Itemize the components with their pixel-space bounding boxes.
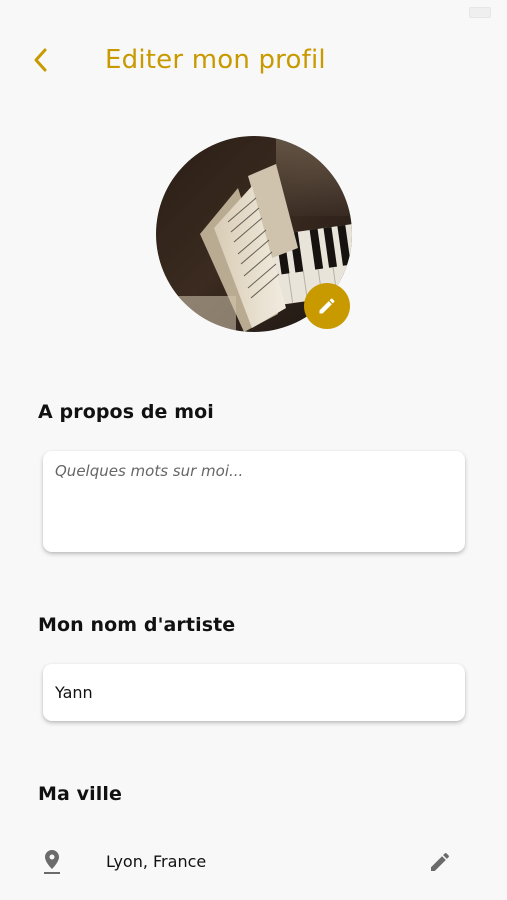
city-heading: Ma ville: [38, 783, 122, 805]
back-button[interactable]: [24, 40, 56, 80]
avatar-edit-button[interactable]: [304, 283, 350, 329]
about-card: [43, 451, 465, 552]
page-title: Editer mon profil: [105, 45, 326, 75]
chevron-left-icon: [34, 48, 47, 72]
pencil-icon: [431, 852, 450, 871]
battery-icon: [469, 7, 491, 18]
city-edit-button[interactable]: [426, 848, 454, 876]
artist-name-card: [43, 664, 465, 721]
city-row: Lyon, France: [38, 840, 468, 884]
city-value: Lyon, France: [106, 852, 207, 871]
status-bar: [0, 0, 507, 24]
artist-name-input[interactable]: [43, 664, 465, 721]
about-heading: A propos de moi: [38, 401, 214, 423]
about-textarea[interactable]: [43, 451, 465, 552]
artist-name-heading: Mon nom d'artiste: [38, 614, 236, 636]
pencil-icon: [319, 298, 335, 314]
location-pin-icon: [44, 850, 60, 874]
avatar-container: [156, 136, 352, 332]
